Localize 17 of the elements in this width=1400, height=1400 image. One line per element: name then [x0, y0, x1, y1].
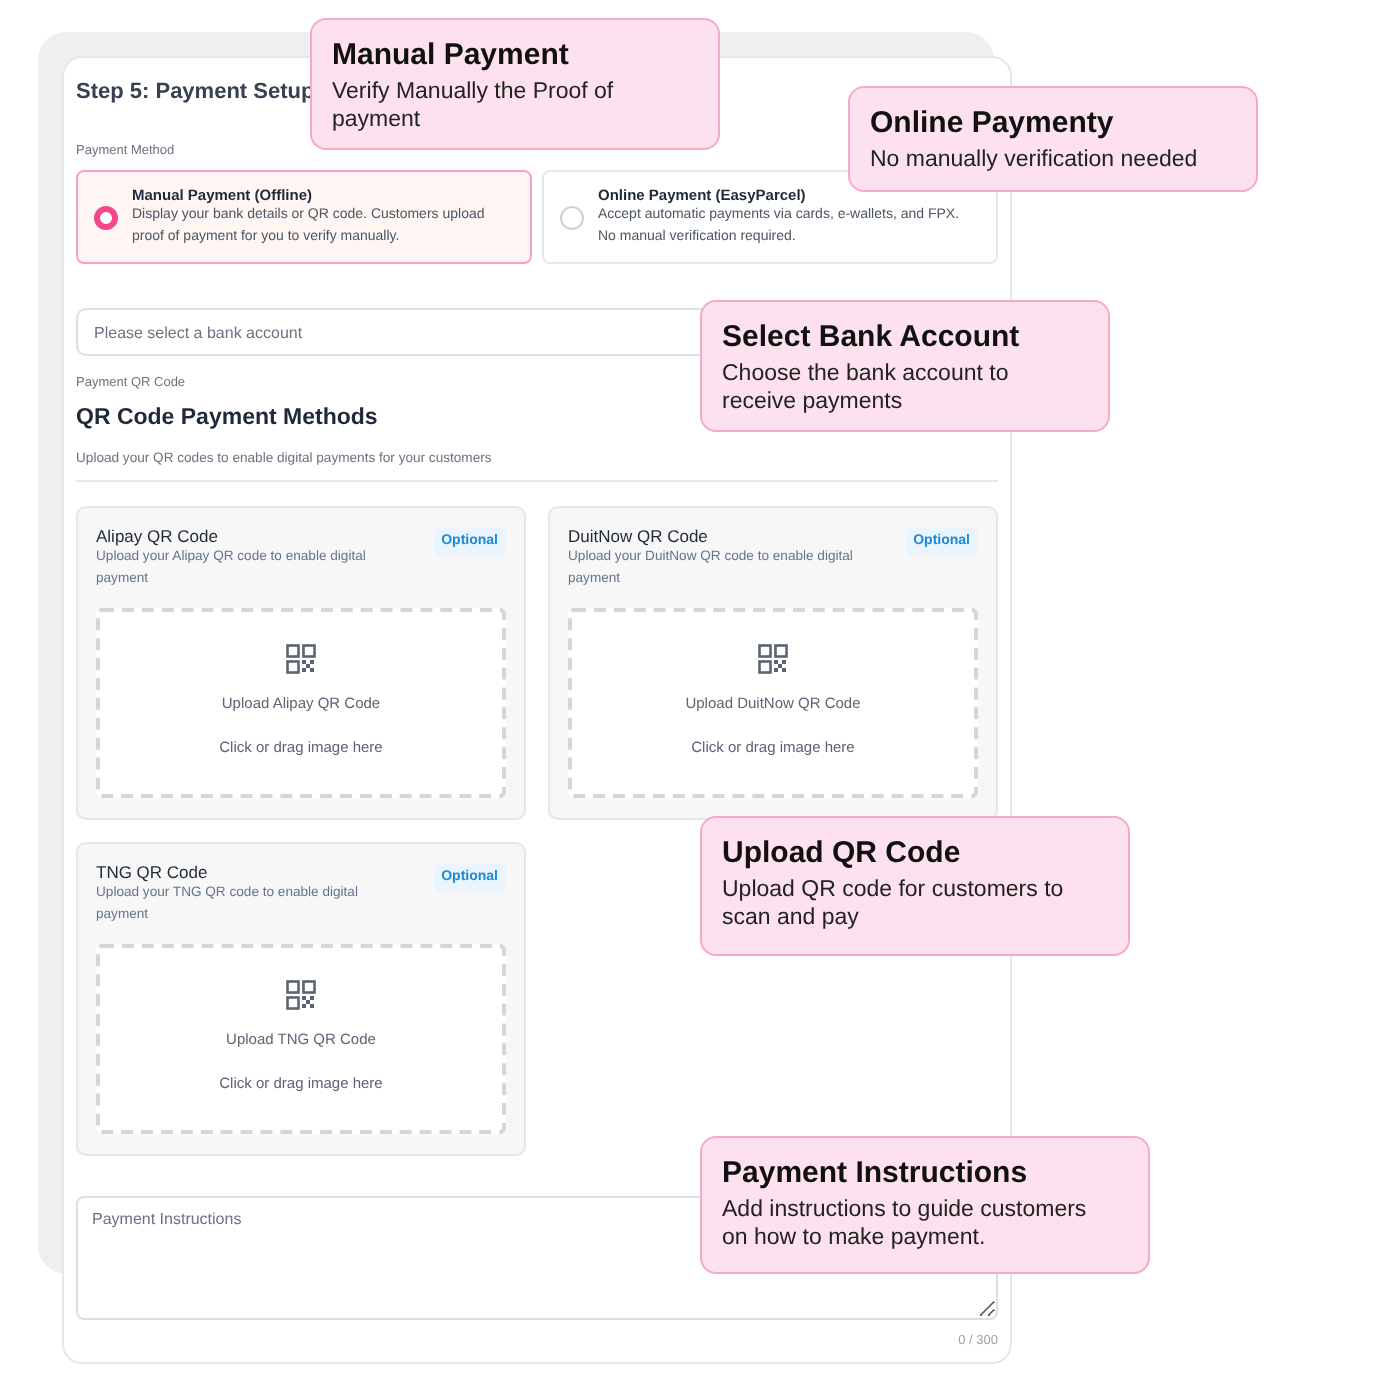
card-title: TNG QR Code [96, 862, 208, 884]
card-title: Alipay QR Code [96, 526, 218, 548]
callout-title: Online Paymenty [870, 104, 1114, 142]
callout-title: Upload QR Code [722, 834, 961, 872]
qr-code-icon [286, 980, 316, 1010]
radio-button[interactable] [560, 205, 584, 229]
qr-code-icon [758, 644, 788, 674]
radio-button[interactable] [94, 205, 118, 229]
callout-text: Choose the bank account to receive payments [722, 360, 1011, 416]
callout-text: Upload QR code for customers to scan and pay [722, 876, 1066, 932]
card-title: DuitNow QR Code [568, 526, 708, 548]
callout-title: Manual Payment [332, 36, 569, 74]
callout-text: No manually verification needed [870, 146, 1198, 174]
section-heading: QR Code Payment Methods [76, 404, 378, 432]
qr-code-icon [286, 644, 316, 674]
callout-text: Verify Manually the Proof of payment [332, 78, 616, 134]
callout-title: Payment Instructions [722, 1154, 1028, 1192]
